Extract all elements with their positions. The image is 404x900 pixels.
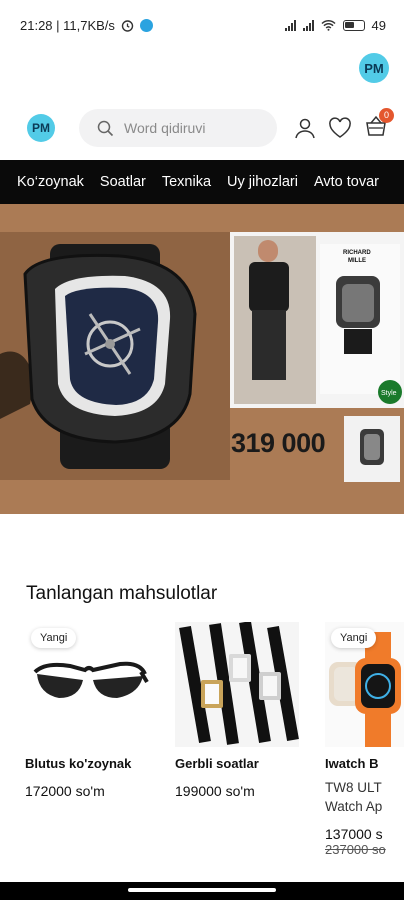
promo-banner[interactable]: RICHARD MILLE Style bbox=[0, 204, 404, 514]
product-image[interactable]: Yangi bbox=[325, 622, 404, 747]
product-tag: Yangi bbox=[331, 628, 377, 648]
search-icon bbox=[97, 120, 114, 136]
heart-icon[interactable] bbox=[328, 117, 352, 139]
product-name[interactable]: Iwatch B bbox=[325, 756, 404, 771]
product-old-price: 237000 so bbox=[325, 842, 386, 857]
search-bar[interactable]: Word qidiruvi bbox=[79, 109, 277, 147]
signal-icon bbox=[284, 19, 296, 31]
telegram-icon bbox=[139, 18, 153, 32]
nav-item-soatlar[interactable]: Soatlar bbox=[100, 174, 146, 190]
header: PM Word qidiruvi 0 bbox=[0, 107, 404, 148]
logo[interactable]: PM bbox=[27, 114, 55, 142]
signal-icon-2 bbox=[302, 19, 314, 31]
nav-item-kozoynak[interactable]: Ko‘zoynak bbox=[17, 174, 84, 190]
product-name[interactable]: Gerbli soatlar bbox=[175, 756, 299, 771]
nav-item-texnika[interactable]: Texnika bbox=[162, 174, 211, 190]
product-tag: Yangi bbox=[31, 628, 77, 648]
category-nav: Ko‘zoynak Soatlar Texnika Uy jihozlari A… bbox=[0, 160, 404, 204]
banner-brand-line2: MILLE bbox=[348, 258, 366, 264]
system-nav-bar bbox=[0, 882, 404, 900]
search-input[interactable]: Word qidiruvi bbox=[124, 120, 205, 136]
product-image[interactable] bbox=[175, 622, 299, 747]
cart-badge: 0 bbox=[379, 107, 394, 123]
product-image[interactable]: Yangi bbox=[25, 622, 149, 747]
product-price: 172000 so'm bbox=[25, 783, 105, 799]
product-price: 199000 so'm bbox=[175, 783, 255, 799]
logo-top[interactable]: PM bbox=[359, 53, 389, 83]
product-desc-line1: TW8 ULT bbox=[325, 780, 382, 795]
product-price: 137000 s bbox=[325, 826, 383, 842]
product-card[interactable]: Yangi Blutus ko'zoynak 172000 so'm bbox=[25, 622, 149, 872]
battery-level: 49 bbox=[371, 17, 386, 33]
alarm-icon bbox=[121, 19, 134, 32]
nav-item-uy-jihozlari[interactable]: Uy jihozlari bbox=[227, 174, 298, 190]
section-title: Tanlangan mahsulotlar bbox=[26, 583, 218, 604]
user-icon[interactable] bbox=[294, 117, 316, 139]
nav-item-avto-tovar[interactable]: Avto tovar bbox=[314, 174, 379, 190]
product-name[interactable]: Blutus ko'zoynak bbox=[25, 756, 149, 771]
home-indicator[interactable] bbox=[128, 888, 276, 892]
battery-icon bbox=[342, 19, 365, 31]
cart-button[interactable]: 0 bbox=[364, 107, 394, 142]
banner-style-badge: Style bbox=[381, 390, 397, 397]
product-card[interactable]: Gerbli soatlar 199000 so'm bbox=[175, 622, 299, 872]
product-card[interactable]: Yangi Iwatch B TW8 ULT Watch Ap 137000 s… bbox=[325, 622, 404, 872]
status-time: 21:28 | 11,7KB/s bbox=[20, 17, 115, 33]
wifi-icon bbox=[320, 19, 336, 31]
product-carousel[interactable]: Yangi Blutus ko'zoynak 172000 so'm Gerbl… bbox=[25, 622, 404, 872]
status-bar: 21:28 | 11,7KB/s 49 bbox=[0, 0, 404, 50]
banner-image: RICHARD MILLE Style bbox=[0, 204, 404, 514]
banner-brand-line1: RICHARD bbox=[343, 250, 371, 256]
banner-price: 319 000 bbox=[231, 428, 326, 458]
product-desc-line2: Watch Ap bbox=[325, 799, 383, 814]
